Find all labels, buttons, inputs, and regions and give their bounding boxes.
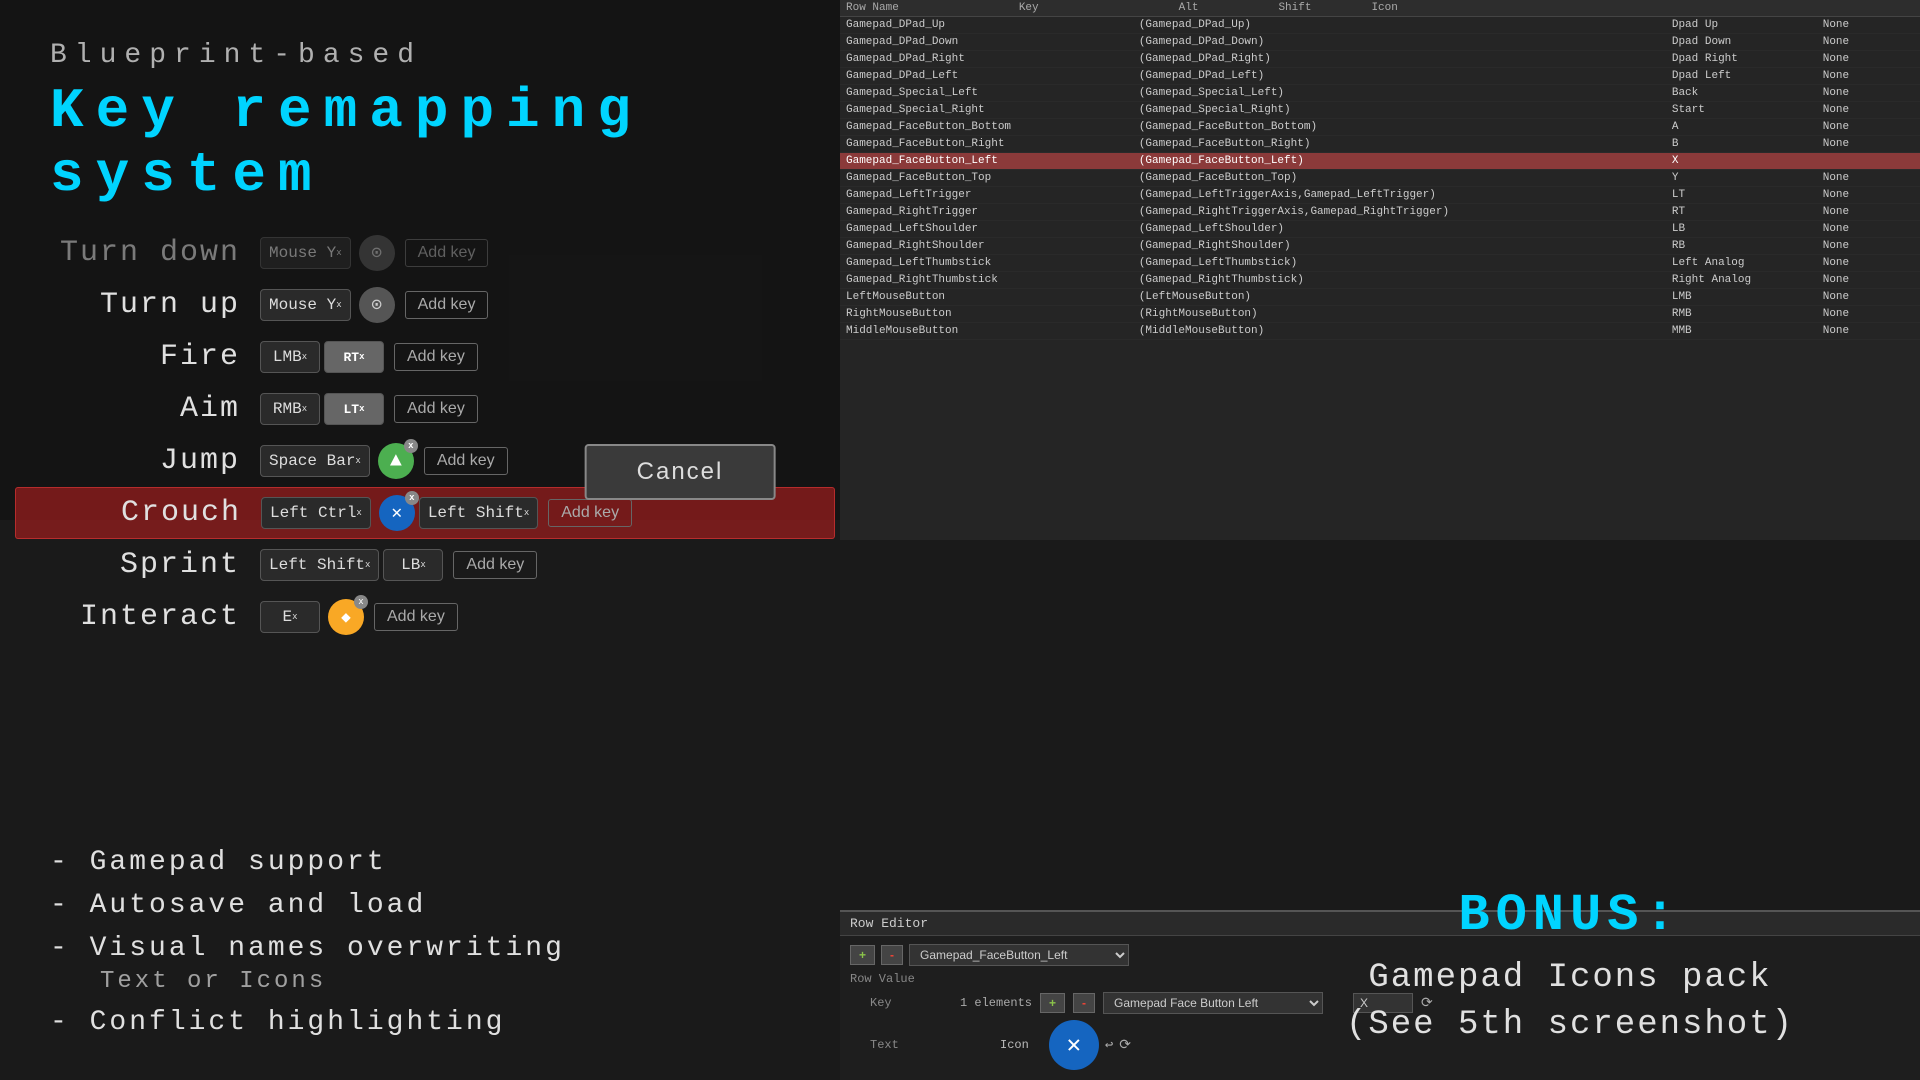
table-row[interactable]: Gamepad_FaceButton_Left(Gamepad_FaceButt… [840,153,1920,170]
bonus-label: BONUS: [1270,886,1870,945]
add-key-btn-aim[interactable]: Add key [394,395,478,423]
remove-key-element-btn[interactable]: - [1073,993,1095,1013]
key-badge-e[interactable]: Ex [260,601,320,633]
mapping-row-aim: Aim RMBx LTx Add key [20,383,830,435]
action-label-interact: Interact [20,600,240,634]
feature-text-icons: Text or Icons [100,968,800,995]
text-label: Text [870,1038,950,1052]
table-row[interactable]: Gamepad_RightShoulder(Gamepad_RightShoul… [840,238,1920,255]
key-badge-rt[interactable]: RTx [324,341,384,373]
action-label-sprint: Sprint [20,548,240,582]
ue-col-label-3: Shift [1278,2,1311,14]
add-key-btn-sprint[interactable]: Add key [453,551,537,579]
add-key-btn-crouch[interactable]: Add key [548,499,632,527]
add-key-btn-turn-down[interactable]: Add key [405,239,489,267]
icon-label: Icon [1000,1038,1029,1052]
main-title: Key remapping system [50,79,800,207]
table-row[interactable]: Gamepad_LeftShoulder(Gamepad_LeftShoulde… [840,221,1920,238]
icon-refresh-icon: ⟳ [1119,1037,1131,1054]
add-key-btn-jump[interactable]: Add key [424,447,508,475]
row-value-label: Row Value [850,972,930,986]
ue-data-table: Gamepad_DPad_Up(Gamepad_DPad_Up)Dpad UpN… [840,17,1920,340]
features-panel: - Gamepad support - Autosave and load - … [0,817,850,1080]
action-label-aim: Aim [20,392,240,426]
elements-count: 1 elements [960,996,1032,1010]
bonus-text: Gamepad Icons pack(See 5th screenshot) [1270,955,1870,1050]
key-badge-left-shift-crouch[interactable]: Left Shiftx [419,497,538,529]
table-row[interactable]: Gamepad_FaceButton_Top(Gamepad_FaceButto… [840,170,1920,187]
bonus-panel: BONUS: Gamepad Icons pack(See 5th screen… [1220,856,1920,1080]
feature-visual: - Visual names overwriting [50,933,800,964]
table-row[interactable]: Gamepad_LeftThumbstick(Gamepad_LeftThumb… [840,255,1920,272]
subtitle: Blueprint-based [50,40,800,71]
key-badge-lt[interactable]: LTx [324,393,384,425]
row-editor-title: Row Editor [850,916,928,931]
mapping-row-fire: Fire LMBx RTx Add key [20,331,830,383]
mapping-container: Turn down Mouse Yx ⊙ Add key Turn up Mou… [0,227,850,643]
table-row[interactable]: Gamepad_DPad_Right(Gamepad_DPad_Right)Dp… [840,51,1920,68]
action-label-turn-down: Turn down [20,236,240,270]
table-row[interactable]: Gamepad_LeftTrigger(Gamepad_LeftTriggerA… [840,187,1920,204]
add-key-btn-fire[interactable]: Add key [394,343,478,371]
yellow-icon[interactable]: ◆ x [328,599,364,635]
icon-preview-badge: ✕ [1049,1020,1099,1070]
key-label: Key [870,996,950,1010]
green-a-icon[interactable]: ▲ x [378,443,414,479]
table-row[interactable]: Gamepad_Special_Right(Gamepad_Special_Ri… [840,102,1920,119]
key-badge-left-shift-sprint[interactable]: Left Shiftx [260,549,379,581]
mouse-icon-down: ⊙ [359,235,395,271]
action-label-crouch: Crouch [21,496,241,530]
table-row[interactable]: RightMouseButton(RightMouseButton)RMBNon… [840,306,1920,323]
table-row[interactable]: Gamepad_DPad_Left(Gamepad_DPad_Left)Dpad… [840,68,1920,85]
action-label-jump: Jump [20,444,240,478]
cancel-button[interactable]: Cancel [585,444,776,500]
ue-editor-panel: Row Name Key Alt Shift Icon Gamepad_DPad… [840,0,1920,540]
add-key-btn-interact[interactable]: Add key [374,603,458,631]
remove-row-btn[interactable]: - [881,945,903,965]
ue-col-label-4: Icon [1371,2,1397,14]
add-row-btn[interactable]: + [850,945,875,965]
mapping-row-turn-down: Turn down Mouse Yx ⊙ Add key [20,227,830,279]
feature-autosave: - Autosave and load [50,890,800,921]
icon-preview-area: ✕ ↩ ⟳ [1049,1020,1131,1070]
key-badge-left-ctrl[interactable]: Left Ctrlx [261,497,371,529]
key-badge-lb[interactable]: LBx [383,549,443,581]
add-key-element-btn[interactable]: + [1040,993,1065,1013]
table-row[interactable]: Gamepad_FaceButton_Bottom(Gamepad_FaceBu… [840,119,1920,136]
table-row[interactable]: MiddleMouseButton(MiddleMouseButton)MMBN… [840,323,1920,340]
ue-panel-header: Row Name Key Alt Shift Icon [840,0,1920,17]
table-row[interactable]: Gamepad_FaceButton_Right(Gamepad_FaceBut… [840,136,1920,153]
key-badge-lmb[interactable]: LMBx [260,341,320,373]
action-label-fire: Fire [20,340,240,374]
mapping-row-turn-up: Turn up Mouse Yx ⊙ Add key [20,279,830,331]
ue-table-container[interactable]: Gamepad_DPad_Up(Gamepad_DPad_Up)Dpad UpN… [840,17,1920,407]
key-badge-rmb[interactable]: RMBx [260,393,320,425]
action-label-turn-up: Turn up [20,288,240,322]
blue-x-icon[interactable]: ✕ x [379,495,415,531]
row-dropdown[interactable]: Gamepad_FaceButton_Left [909,944,1129,966]
table-row[interactable]: Gamepad_RightThumbstick(Gamepad_RightThu… [840,272,1920,289]
table-row[interactable]: Gamepad_Special_Left(Gamepad_Special_Lef… [840,85,1920,102]
mouse-icon-up: ⊙ [359,287,395,323]
feature-gamepad: - Gamepad support [50,847,800,878]
left-panel: Blueprint-based Key remapping system Tur… [0,0,850,520]
key-badge-mouse-y-down[interactable]: Mouse Yx [260,237,351,269]
key-badge-mouse-y-up[interactable]: Mouse Yx [260,289,351,321]
table-row[interactable]: Gamepad_DPad_Down(Gamepad_DPad_Down)Dpad… [840,34,1920,51]
feature-conflict: - Conflict highlighting [50,1007,800,1038]
table-row[interactable]: Gamepad_RightTrigger(Gamepad_RightTrigge… [840,204,1920,221]
table-row[interactable]: LeftMouseButton(LeftMouseButton)LMBNone [840,289,1920,306]
mapping-row-interact: Interact Ex ◆ x Add key [20,591,830,643]
ue-tab-label: Row Name [846,2,899,14]
icon-search-icon: ↩ [1105,1037,1113,1054]
mapping-row-sprint: Sprint Left Shiftx LBx Add key [20,539,830,591]
ue-col-label-1: Key [1019,2,1039,14]
key-badge-spacebar[interactable]: Space Barx [260,445,370,477]
table-row[interactable]: Gamepad_DPad_Up(Gamepad_DPad_Up)Dpad UpN… [840,17,1920,34]
add-key-btn-turn-up[interactable]: Add key [405,291,489,319]
header-section: Blueprint-based Key remapping system [0,0,850,227]
ue-col-label-2: Alt [1179,2,1199,14]
